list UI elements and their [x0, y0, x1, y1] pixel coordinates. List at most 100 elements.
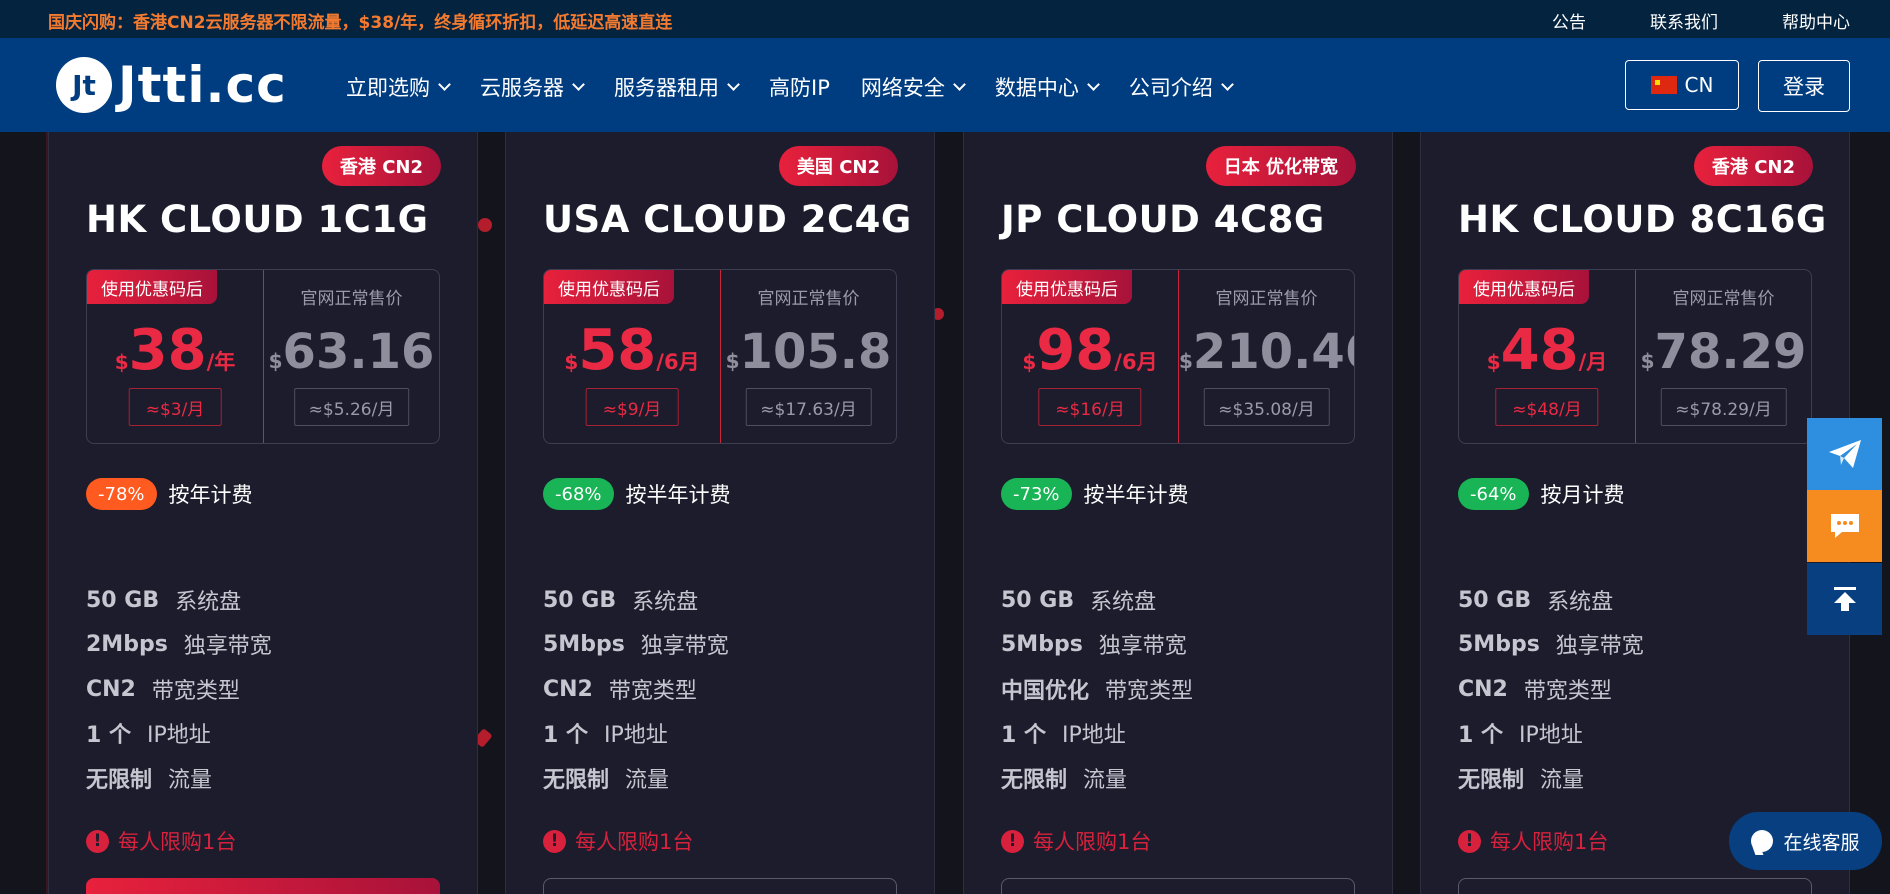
- normal-price-label: 官网正常售价: [1215, 289, 1318, 309]
- promo-price-unit: /年: [206, 350, 236, 374]
- region-badge: 日本 优化带宽: [1205, 146, 1356, 186]
- spec-label: IP地址: [1518, 723, 1583, 748]
- normal-monthly: ≈$35.08/月: [1203, 388, 1330, 426]
- nav-item-label: 网络安全: [860, 76, 945, 100]
- spec-value: 5Mbps: [1458, 631, 1540, 657]
- online-service-button[interactable]: 在线客服: [1729, 812, 1882, 870]
- product-title: HK CLOUD 1C1G: [86, 198, 429, 241]
- nav-item-data-center[interactable]: 数据中心: [995, 72, 1100, 102]
- product-title: USA CLOUD 2C4G: [543, 198, 912, 241]
- spec-value: 5Mbps: [543, 631, 625, 657]
- spec-value: 无限制: [86, 768, 153, 793]
- chevron-down-icon: [1086, 77, 1100, 91]
- spec-value: 5Mbps: [1001, 631, 1083, 657]
- billing-cycle: 按年计费: [168, 483, 253, 507]
- language-label: CN: [1684, 73, 1714, 97]
- product-card-jp-4c8g: 日本 优化带宽 JP CLOUD 4C8G 使用优惠码后 $98/6月 ≈$16…: [963, 132, 1393, 894]
- nav-item-buy-now[interactable]: 立即选购: [346, 72, 451, 102]
- coupon-tag: 使用优惠码后: [87, 270, 217, 304]
- spec-bandwidth: 5Mbps 独享带宽: [543, 628, 729, 660]
- normal-price-value: 210.46: [1192, 324, 1354, 380]
- back-to-top-icon: [1833, 587, 1856, 611]
- back-to-top-button[interactable]: [1807, 563, 1882, 635]
- nav-item-label: 云服务器: [480, 76, 564, 100]
- purchase-limit: ! 每人限购1台: [86, 826, 236, 856]
- spec-value: CN2: [1458, 676, 1508, 702]
- discount-row: -73% 按半年计费: [1001, 478, 1189, 510]
- promo-monthly: ≈$9/月: [585, 388, 679, 426]
- promo-price: $38/年: [87, 318, 263, 383]
- normal-price-value: 63.16: [282, 324, 435, 380]
- spec-label: 带宽类型: [151, 679, 240, 704]
- normal-price-panel: 官网正常售价 $210.46 ≈$35.08/月: [1179, 270, 1354, 443]
- spec-value: 无限制: [1001, 768, 1068, 793]
- spec-value: 50 GB: [1001, 587, 1075, 613]
- login-button[interactable]: 登录: [1758, 60, 1850, 112]
- promo-banner-link[interactable]: 国庆闪购：香港CN2云服务器不限流量，$38/年，终身循环折扣，低延迟高速直连: [48, 8, 672, 33]
- nav-item-network-security[interactable]: 网络安全: [860, 72, 966, 102]
- spec-label: 独享带宽: [1555, 634, 1644, 659]
- spec-disk: 50 GB 系统盘: [543, 584, 698, 616]
- purchase-limit-text: 每人限购1台: [1490, 830, 1609, 854]
- promo-price: $98/6月: [1002, 318, 1178, 383]
- coupon-tag: 使用优惠码后: [1002, 270, 1132, 304]
- nav-item-server-rental[interactable]: 服务器租用: [614, 72, 740, 102]
- paper-plane-icon: [1828, 440, 1861, 468]
- spec-bandwidth: 5Mbps 独享带宽: [1458, 628, 1644, 660]
- product-cards: 香港 CN2 HK CLOUD 1C1G 使用优惠码后 $38/年 ≈$3/月 …: [0, 132, 1890, 894]
- top-link-help[interactable]: 帮助中心: [1782, 8, 1850, 33]
- spec-label: 流量: [625, 768, 670, 793]
- spec-value: 50 GB: [543, 587, 617, 613]
- spec-value: 1 个: [1001, 723, 1046, 748]
- normal-monthly: ≈$78.29/月: [1660, 388, 1787, 426]
- spec-ip: 1 个 IP地址: [86, 717, 211, 749]
- nav-item-company[interactable]: 公司介绍: [1128, 72, 1234, 102]
- spec-traffic: 无限制 流量: [86, 762, 212, 794]
- spec-ip: 1 个 IP地址: [543, 717, 668, 749]
- normal-price-label: 官网正常售价: [757, 289, 860, 309]
- normal-price-panel: 官网正常售价 $105.8 ≈$17.63/月: [721, 270, 896, 443]
- promo-price-panel: 使用优惠码后 $58/6月 ≈$9/月: [544, 270, 721, 443]
- nav-item-label: 高防IP: [769, 76, 830, 100]
- spec-label: 流量: [1540, 768, 1585, 793]
- promo-price-panel: 使用优惠码后 $98/6月 ≈$16/月: [1002, 270, 1179, 443]
- language-button[interactable]: CN: [1625, 60, 1739, 110]
- site-logo[interactable]: Jt Jtti.cc: [56, 56, 287, 114]
- top-announcement-bar: 国庆闪购：香港CN2云服务器不限流量，$38/年，终身循环折扣，低延迟高速直连 …: [0, 0, 1890, 38]
- buy-button[interactable]: [1001, 878, 1355, 894]
- spec-value: 中国优化: [1001, 679, 1090, 704]
- normal-price: $210.46: [1179, 324, 1354, 380]
- chevron-down-icon: [727, 77, 740, 91]
- chat-icon: [1830, 514, 1859, 538]
- price-box: 使用优惠码后 $38/年 ≈$3/月 官网正常售价 $63.16 ≈$5.26/…: [86, 269, 440, 444]
- coupon-tag: 使用优惠码后: [1459, 270, 1589, 304]
- product-title: HK CLOUD 8C16G: [1458, 198, 1827, 241]
- spec-bandwidth-type: 中国优化 带宽类型: [1001, 673, 1193, 705]
- nav-item-cloud-server[interactable]: 云服务器: [480, 72, 585, 102]
- promo-price-panel: 使用优惠码后 $48/月 ≈$48/月: [1459, 270, 1636, 443]
- promo-price-unit: /月: [1578, 350, 1608, 374]
- spec-label: IP地址: [603, 723, 668, 748]
- buy-button[interactable]: [86, 878, 440, 894]
- main-navbar: Jt Jtti.cc 立即选购 云服务器 服务器租用 高防IP 网络安全 数据中…: [0, 38, 1890, 132]
- promo-monthly: ≈$48/月: [1495, 388, 1599, 426]
- online-service-label: 在线客服: [1783, 831, 1860, 854]
- spec-bandwidth: 5Mbps 独享带宽: [1001, 628, 1187, 660]
- top-link-announcements[interactable]: 公告: [1552, 8, 1586, 33]
- discount-badge: -64%: [1458, 478, 1529, 510]
- warning-icon: !: [543, 829, 566, 853]
- china-flag-icon: [1650, 76, 1677, 94]
- nav-item-ddos-ip[interactable]: 高防IP: [769, 72, 830, 102]
- discount-row: -64% 按月计费: [1458, 478, 1625, 510]
- spec-bandwidth: 2Mbps 独享带宽: [86, 628, 272, 660]
- spec-label: 系统盘: [175, 590, 242, 615]
- buy-button[interactable]: [1458, 878, 1812, 894]
- buy-button[interactable]: [543, 878, 897, 894]
- nav-item-label: 公司介绍: [1128, 76, 1213, 100]
- spec-label: IP地址: [1061, 723, 1126, 748]
- spec-value: CN2: [86, 676, 136, 702]
- telegram-button[interactable]: [1807, 418, 1882, 490]
- message-button[interactable]: [1807, 490, 1882, 562]
- normal-price-value: 105.8: [739, 324, 892, 380]
- top-link-contact[interactable]: 联系我们: [1650, 8, 1718, 33]
